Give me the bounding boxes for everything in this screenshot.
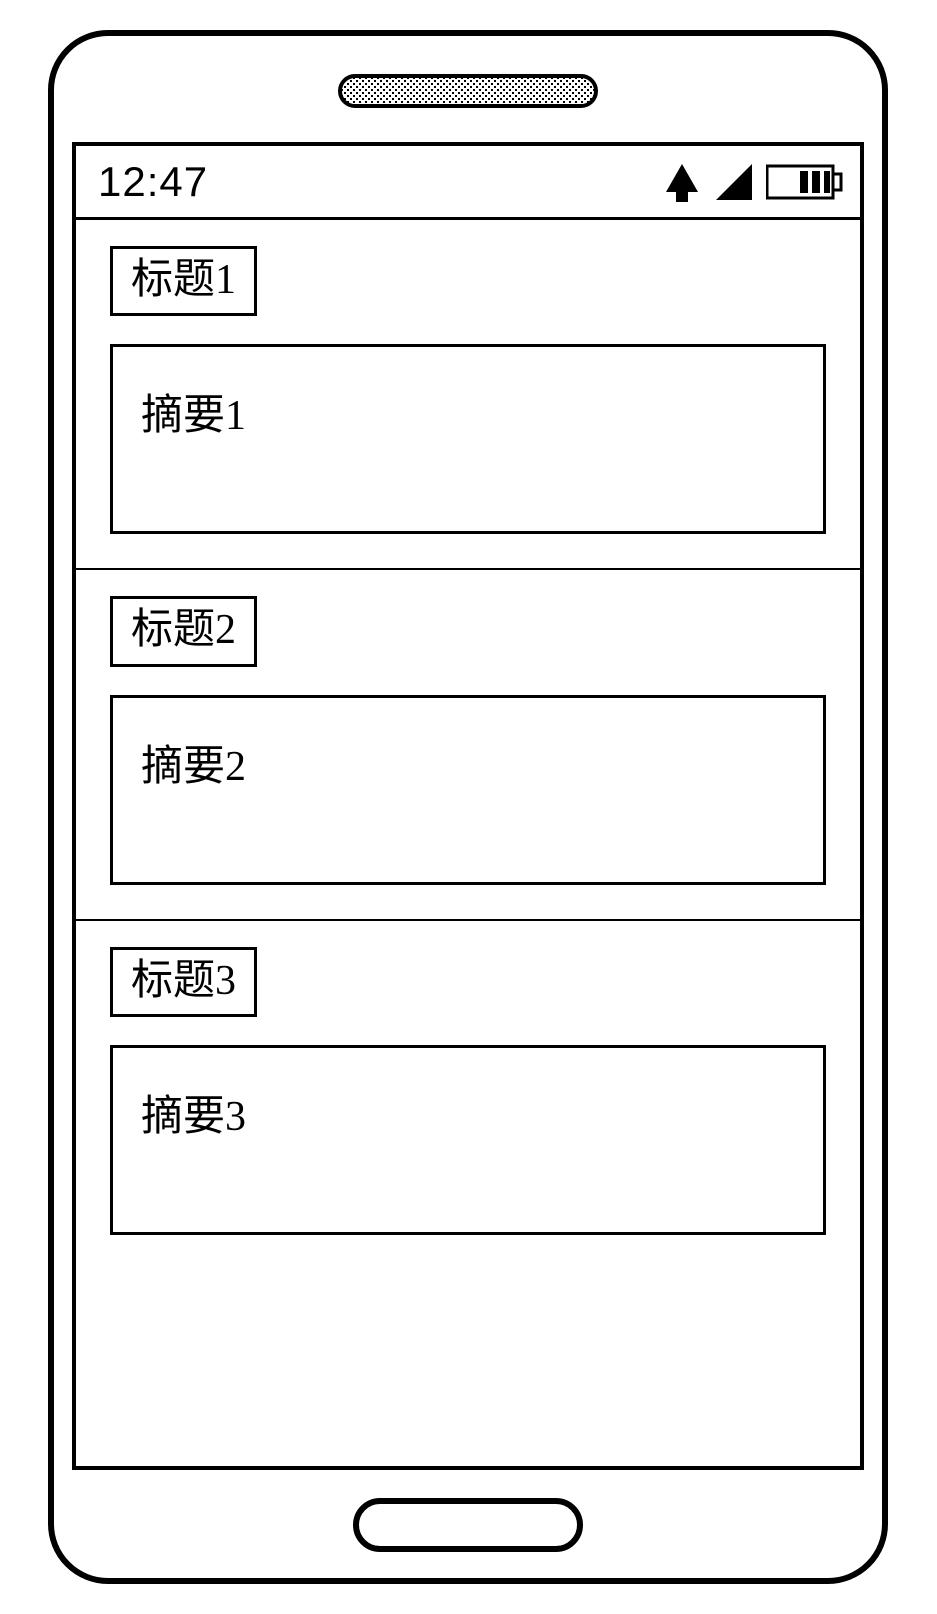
item-summary: 摘要1 bbox=[110, 344, 826, 534]
status-bar: 12:47 bbox=[76, 146, 860, 220]
status-time: 12:47 bbox=[98, 158, 208, 206]
item-title: 标题3 bbox=[110, 947, 257, 1017]
item-summary: 摘要2 bbox=[110, 695, 826, 885]
item-title: 标题1 bbox=[110, 246, 257, 316]
list-item[interactable]: 标题1 摘要1 bbox=[76, 220, 860, 570]
item-title: 标题2 bbox=[110, 596, 257, 666]
home-button[interactable] bbox=[353, 1498, 583, 1552]
list[interactable]: 标题1 摘要1 标题2 摘要2 标题3 摘要3 bbox=[76, 220, 860, 1466]
battery-icon bbox=[766, 162, 844, 202]
screen: 12:47 bbox=[72, 142, 864, 1470]
list-item[interactable]: 标题2 摘要2 bbox=[76, 570, 860, 920]
cell-antenna-icon bbox=[662, 162, 702, 202]
status-icons bbox=[662, 162, 844, 202]
item-summary: 摘要3 bbox=[110, 1045, 826, 1235]
phone-body: 12:47 bbox=[48, 30, 888, 1584]
list-item[interactable]: 标题3 摘要3 bbox=[76, 921, 860, 1269]
speaker-grille bbox=[338, 74, 598, 108]
signal-strength-icon bbox=[714, 162, 754, 202]
